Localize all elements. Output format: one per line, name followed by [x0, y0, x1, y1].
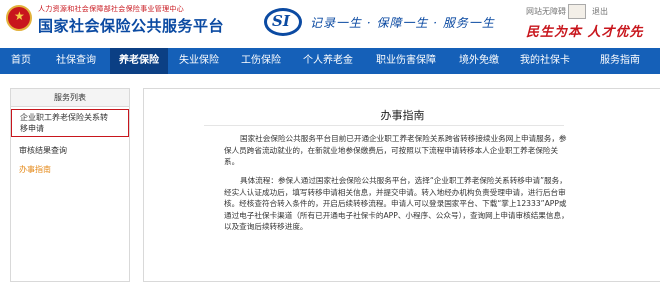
main-content: 办事指南 国家社会保险公共服务平台目前已开通企业职工养老保险关系跨省转移接续业务… — [143, 88, 660, 282]
header-slogan: 记录一生 · 保障一生 · 服务一生 — [310, 16, 495, 30]
sidebar-item-guide[interactable]: 办事指南 — [11, 164, 129, 175]
sidebar-heading: 服务列表 — [11, 89, 129, 107]
nav-item-personal-pension[interactable]: 个人养老金 — [292, 48, 364, 74]
nav-item-service-guide[interactable]: 服务指南 — [580, 48, 660, 74]
si-logo-text: SI — [272, 12, 290, 30]
sidebar-item-label-line1: 企业职工养老保险关系转 — [20, 113, 108, 122]
nav-item-overseas-exemption[interactable]: 境外免缴 — [448, 48, 510, 74]
sidebar-item-result-query[interactable]: 审核结果查询 — [11, 145, 129, 156]
guide-paragraph-intro: 国家社会保险公共服务平台目前已开通企业职工养老保险关系跨省转移接续业务网上申请服… — [224, 134, 567, 167]
service-sidebar: 服务列表 企业职工养老保险关系转 移申请 审核结果查询 办事指南 — [10, 88, 130, 282]
avatar[interactable] — [568, 4, 586, 19]
guide-paragraph-process: 具体流程：参保人通过国家社会保险公共服务平台，选择“企业职工养老保险关系转移申请… — [224, 176, 569, 232]
logout-link[interactable]: 退出 — [592, 7, 608, 16]
sidebar-item-label-line2: 移申请 — [20, 124, 44, 133]
page-title: 办事指南 — [380, 109, 425, 122]
site-title[interactable]: 国家社会保险公共服务平台 — [38, 15, 224, 36]
site-header: 人力资源和社会保障部社会保险事业管理中心 国家社会保险公共服务平台 SI 记录一… — [0, 0, 660, 48]
user-area: 网站无障碍 退出 — [526, 4, 608, 19]
nav-item-home[interactable]: 首页 — [0, 48, 42, 74]
social-insurance-logo-icon: SI — [264, 8, 302, 36]
nav-item-my-card[interactable]: 我的社保卡 — [510, 48, 580, 74]
nav-item-pension[interactable]: 养老保险 — [110, 48, 168, 74]
sidebar-item-transfer-application[interactable]: 企业职工养老保险关系转 移申请 — [11, 109, 129, 137]
header-sub-title: 人力资源和社会保障部社会保险事业管理中心 — [38, 5, 184, 13]
national-emblem-icon — [6, 5, 32, 31]
nav-item-occupational-injury[interactable]: 职业伤害保障 — [364, 48, 448, 74]
header-motto: 民生为本 人才优先 — [526, 25, 644, 40]
main-nav: 首页 社保查询 养老保险 失业保险 工伤保险 个人养老金 职业伤害保障 境外免缴… — [0, 48, 660, 74]
title-divider — [204, 125, 564, 126]
nav-item-unemployment[interactable]: 失业保险 — [168, 48, 230, 74]
nav-item-injury[interactable]: 工伤保险 — [230, 48, 292, 74]
user-name[interactable]: 网站无障碍 — [526, 7, 566, 16]
nav-item-query[interactable]: 社保查询 — [42, 48, 110, 74]
